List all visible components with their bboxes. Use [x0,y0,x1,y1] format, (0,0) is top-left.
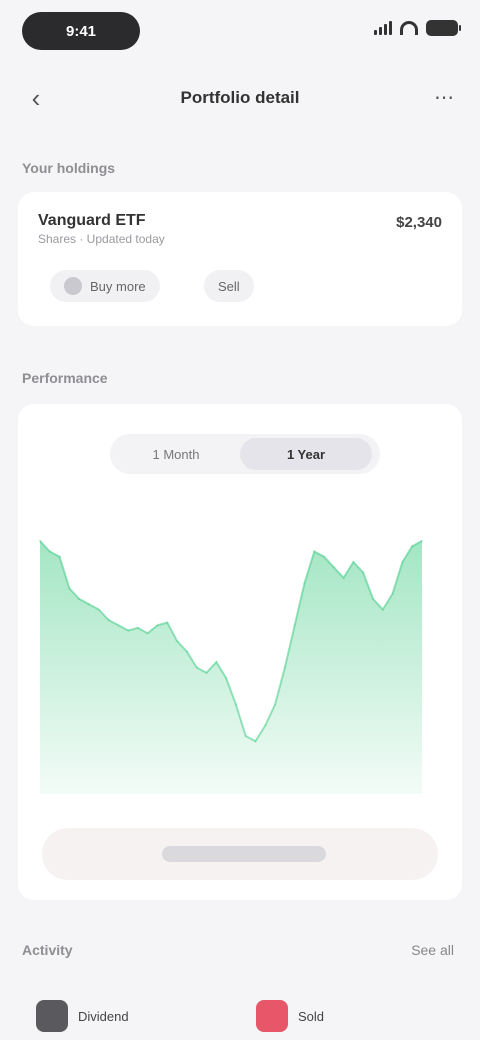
chart-data-point [117,624,120,627]
chart-data-point [49,550,51,553]
chart-data-point [205,671,208,674]
chart-data-point [411,545,414,547]
chart-data-point [303,582,306,584]
timeframe-toggle: 1 Month 1 Year [110,434,380,474]
cellular-signal-icon [374,21,392,35]
chart-data-point [146,632,149,634]
chart-data-point [323,555,325,558]
sold-icon [256,1000,288,1032]
status-bar: 9:41 [0,0,480,64]
performance-section-label: Performance [22,370,108,386]
chart-data-point [352,561,355,563]
chart-data-point [225,677,227,679]
sell-label: Sell [218,278,240,294]
chart-data-point [382,608,384,611]
plus-icon [64,277,82,295]
activity-item-label: Dividend [78,1008,129,1024]
chart-data-point [333,566,335,569]
holdings-section-label: Your holdings [22,160,116,176]
chart-data-point [195,666,198,669]
timeframe-option-year[interactable]: 1 Year [240,438,372,470]
buy-more-button[interactable]: Buy more [50,270,160,302]
holding-subtitle: Shares · Updated today [38,232,165,246]
holding-name: Vanguard ETF [38,212,146,229]
chart-data-point [244,735,247,737]
chart-data-point [58,555,61,558]
chart-data-point [274,703,276,706]
more-options-button[interactable]: ⋯ [430,84,458,112]
buy-more-label: Buy more [90,278,146,294]
performance-area-chart[interactable] [18,494,462,814]
activity-item[interactable]: Sold [256,992,324,1040]
chart-data-point [391,592,394,595]
chart-data-point [78,598,80,600]
dividend-icon [36,1000,68,1032]
status-time: 9:41 [22,12,140,50]
chart-data-point [156,624,159,627]
holding-value: $2,340 [396,214,442,231]
chart-data-point [284,666,286,669]
chart-data-point [98,608,100,611]
chart-range-scrubber[interactable] [42,828,438,880]
status-icons [374,20,461,36]
chart-data-point [127,629,129,632]
chart-data-point [264,724,267,727]
performance-chart-card: 1 Month 1 Year [18,404,462,900]
chart-data-point [176,640,178,642]
chart-data-point [342,577,345,579]
chart-data-point [254,740,257,743]
battery-icon [426,20,461,36]
navigation-header: ‹ Portfolio detail ⋯ [0,74,480,122]
activity-item[interactable]: Dividend [36,992,129,1040]
chart-data-point [293,624,296,627]
chart-data-point [68,587,71,590]
holding-card[interactable]: Vanguard ETF Shares · Updated today $2,3… [18,192,462,326]
chart-data-point [137,627,139,629]
chart-data-point [372,598,374,600]
see-all-link[interactable]: See all [411,942,454,958]
chart-data-point [362,571,365,574]
chart-data-point [88,603,90,605]
chart-data-point [39,540,41,542]
chart-data-point [166,621,169,624]
chart-data-point [215,661,218,663]
chart-data-point [401,561,404,563]
chart-data-point [313,550,316,553]
wifi-icon [400,21,418,35]
timeframe-option-month[interactable]: 1 Month [118,438,234,470]
sell-button[interactable]: Sell [204,270,254,302]
chart-data-point [186,650,188,653]
chart-data-point [107,619,110,621]
activity-item-label: Sold [298,1008,325,1024]
activity-section-label: Activity [22,942,73,958]
scrubber-handle[interactable] [162,846,326,862]
chart-data-point [235,703,237,706]
page-title: Portfolio detail [180,88,300,107]
chart-data-point [421,540,423,542]
